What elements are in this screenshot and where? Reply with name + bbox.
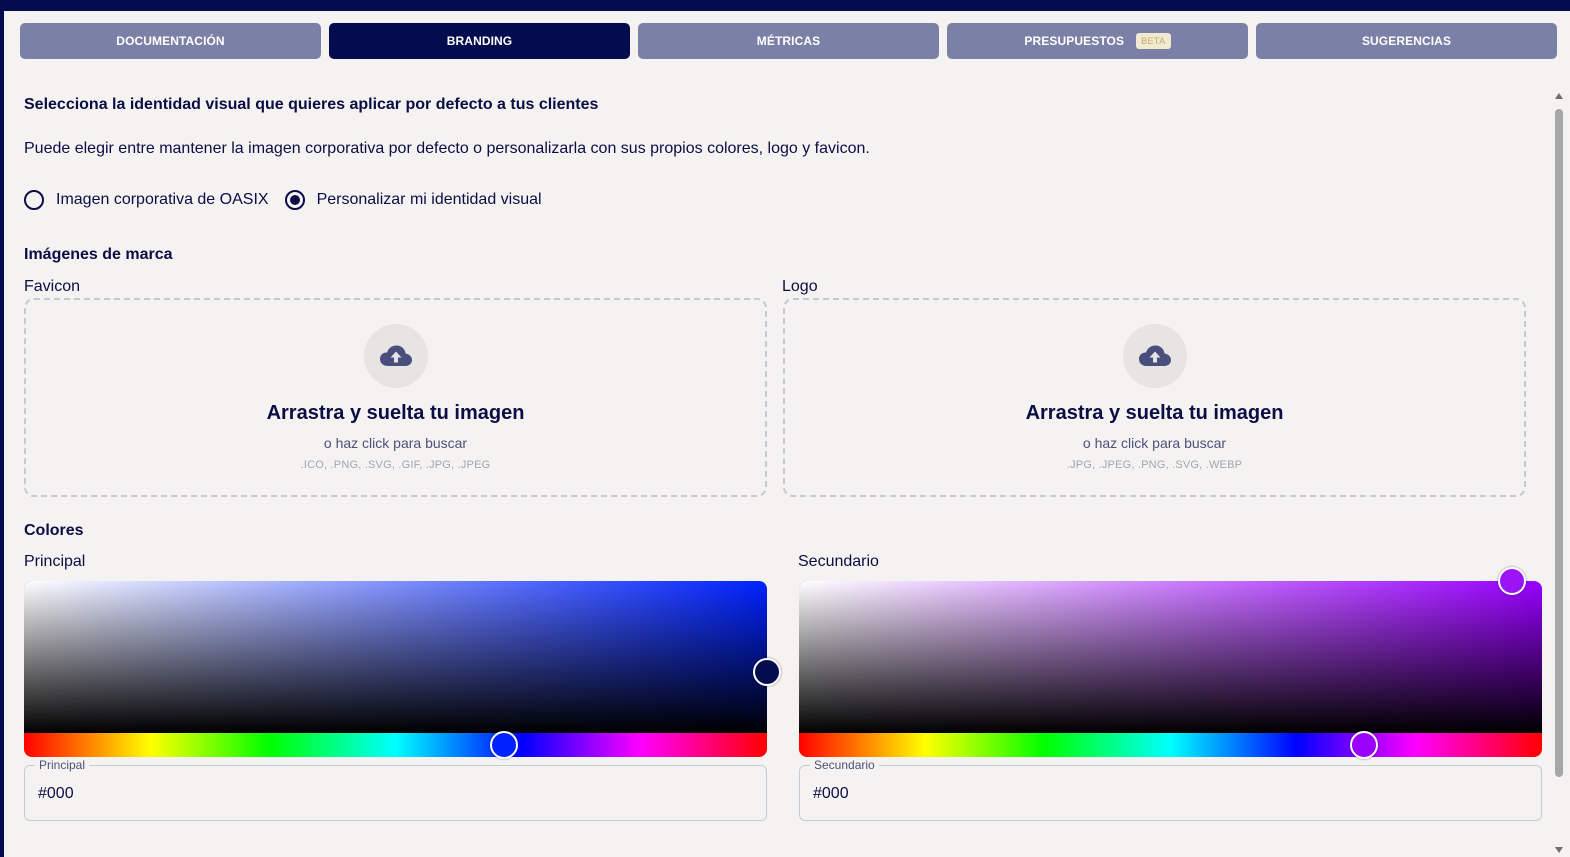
tab-label: SUGERENCIAS — [1361, 34, 1452, 48]
identity-radio-group: Imagen corporativa de OASIX Personalizar… — [24, 190, 542, 210]
tab-sugerencias[interactable]: SUGERENCIAS — [1256, 23, 1557, 59]
tab-label: DOCUMENTACIÓN — [116, 34, 225, 48]
beta-badge: BETA — [1136, 33, 1171, 49]
top-bar — [0, 0, 1570, 11]
secundario-hex-input[interactable] — [813, 783, 1513, 805]
secundario-hue-slider[interactable] — [799, 731, 1542, 759]
radio-label: Personalizar mi identidad visual — [316, 191, 542, 208]
principal-field-label: Principal — [35, 758, 90, 772]
tab-label: PRESUPUESTOS — [1024, 34, 1125, 48]
left-edge — [0, 11, 4, 857]
scroll-down-arrow-icon[interactable] — [1555, 847, 1563, 853]
secundario-color-area[interactable] — [799, 567, 1542, 733]
radio-circle-checked[interactable] — [284, 190, 305, 210]
secundario-field-label: Secundario — [810, 758, 879, 772]
secundario-hex-field[interactable]: Secundario — [799, 758, 1542, 821]
colors-heading: Colores — [24, 522, 84, 539]
radio-oasix-identity[interactable]: Imagen corporativa de OASIX — [24, 190, 269, 210]
brand-images-heading: Imágenes de marca — [24, 246, 173, 263]
principal-hex-field[interactable]: Principal — [24, 758, 767, 821]
radio-circle[interactable] — [24, 190, 44, 210]
scroll-up-arrow-icon[interactable] — [1555, 93, 1563, 99]
scroll-thumb[interactable] — [1555, 109, 1563, 777]
dropzone-title: Arrastra y suelta tu imagen — [266, 402, 525, 424]
branding-description: Puede elegir entre mantener la imagen co… — [24, 140, 870, 157]
tab-label: BRANDING — [446, 34, 513, 48]
logo-label: Logo — [782, 278, 818, 295]
principal-saturation-area[interactable] — [24, 581, 767, 733]
branding-heading: Selecciona la identidad visual que quier… — [24, 96, 599, 113]
radio-label: Imagen corporativa de OASIX — [56, 191, 269, 208]
principal-label: Principal — [24, 553, 86, 570]
vertical-scrollbar[interactable] — [1554, 93, 1564, 853]
principal-hex-input[interactable] — [38, 783, 738, 805]
secundario-saturation-area[interactable] — [799, 581, 1542, 733]
dropzone-title: Arrastra y suelta tu imagen — [1025, 402, 1284, 424]
principal-color-area[interactable] — [24, 581, 781, 733]
favicon-dropzone[interactable]: Arrastra y suelta tu imagen o haz click … — [24, 298, 767, 497]
cloud-upload-icon — [1122, 324, 1187, 388]
tab-label: MÉTRICAS — [756, 34, 821, 48]
dropzone-formats: .ICO, .PNG, .SVG, .GIF, .JPG, .JPEG — [300, 459, 491, 471]
principal-color-handle[interactable] — [753, 658, 781, 687]
logo-dropzone[interactable]: Arrastra y suelta tu imagen o haz click … — [783, 298, 1526, 497]
tab-metricas[interactable]: MÉTRICAS — [638, 23, 939, 59]
secundario-label: Secundario — [798, 553, 879, 570]
principal-hue-slider[interactable] — [24, 731, 767, 759]
tab-branding[interactable]: BRANDING — [329, 23, 630, 59]
radio-custom-identity[interactable]: Personalizar mi identidad visual — [284, 190, 542, 210]
secundario-hue-handle[interactable] — [1349, 731, 1378, 759]
dropzone-subtitle: o haz click para buscar — [323, 435, 468, 451]
dropzone-subtitle: o haz click para buscar — [1082, 435, 1227, 451]
tab-documentacion[interactable]: DOCUMENTACIÓN — [20, 23, 321, 59]
favicon-label: Favicon — [24, 278, 81, 295]
dropzone-formats: .JPG, .JPEG, .PNG, .SVG, .WEBP — [1066, 459, 1243, 471]
cloud-upload-icon — [363, 324, 428, 388]
tab-presupuestos[interactable]: PRESUPUESTOS BETA — [947, 23, 1248, 59]
principal-hue-handle[interactable] — [489, 731, 518, 759]
tab-bar: DOCUMENTACIÓN BRANDING MÉTRICAS PRESUPUE… — [20, 23, 1557, 59]
